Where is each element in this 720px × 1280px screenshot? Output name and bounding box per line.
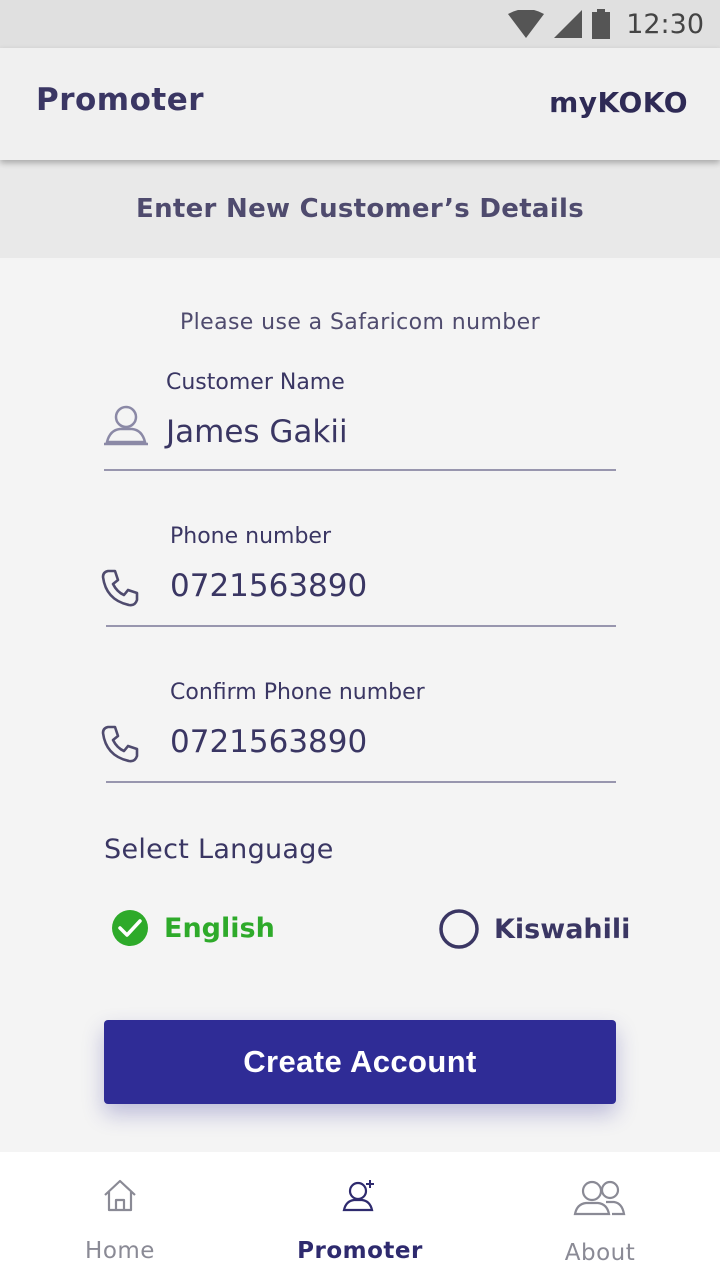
unchecked-radio-icon[interactable] <box>438 908 480 950</box>
bottom-nav: Home Promoter About <box>0 1152 720 1280</box>
home-icon <box>104 1179 136 1212</box>
confirm-phone-input[interactable]: 0721563890 <box>170 724 367 760</box>
phone-underline <box>106 625 616 627</box>
confirm-phone-label: Confirm Phone number <box>170 680 425 705</box>
language-option-english[interactable]: English <box>110 908 275 948</box>
customer-name-input[interactable]: James Gakii <box>166 414 348 450</box>
section-title: Enter New Customer’s Details <box>136 194 584 224</box>
nav-item-promoter[interactable]: Promoter <box>240 1152 480 1280</box>
phone-icon <box>101 569 139 607</box>
nav-label-home: Home <box>85 1238 155 1264</box>
brand-logo[interactable]: myKOKO <box>549 86 688 119</box>
nav-item-about[interactable]: About <box>480 1152 720 1280</box>
form-hint: Please use a Safaricom number <box>179 310 541 335</box>
create-account-button[interactable]: Create Account <box>104 1020 616 1104</box>
confirm-phone-underline <box>106 781 616 783</box>
signal-icon <box>554 10 583 38</box>
status-bar: 12:30 <box>0 0 720 48</box>
customer-name-underline <box>104 469 616 471</box>
wifi-icon <box>508 10 545 38</box>
battery-icon <box>592 9 611 39</box>
users-icon <box>573 1180 626 1216</box>
phone-input[interactable]: 0721563890 <box>170 568 367 604</box>
person-icon <box>104 405 148 446</box>
status-time: 12:30 <box>626 8 704 40</box>
section-header: Enter New Customer’s Details <box>0 160 720 258</box>
add-user-icon <box>342 1180 374 1212</box>
phone-icon <box>101 725 139 763</box>
language-label-english: English <box>164 912 275 944</box>
phone-label: Phone number <box>170 524 332 549</box>
page-title: Promoter <box>36 82 205 118</box>
nav-label-about: About <box>564 1240 636 1266</box>
language-label-kiswahili: Kiswahili <box>494 913 631 945</box>
checked-radio-icon[interactable] <box>110 908 150 948</box>
language-title: Select Language <box>104 834 334 865</box>
app-bar: Promoter myKOKO <box>0 48 720 160</box>
nav-item-home[interactable]: Home <box>0 1152 240 1280</box>
language-option-kiswahili[interactable]: Kiswahili <box>438 908 630 950</box>
customer-name-label: Customer Name <box>166 370 345 395</box>
status-icons: 12:30 <box>508 8 704 40</box>
nav-label-promoter: Promoter <box>297 1238 423 1264</box>
